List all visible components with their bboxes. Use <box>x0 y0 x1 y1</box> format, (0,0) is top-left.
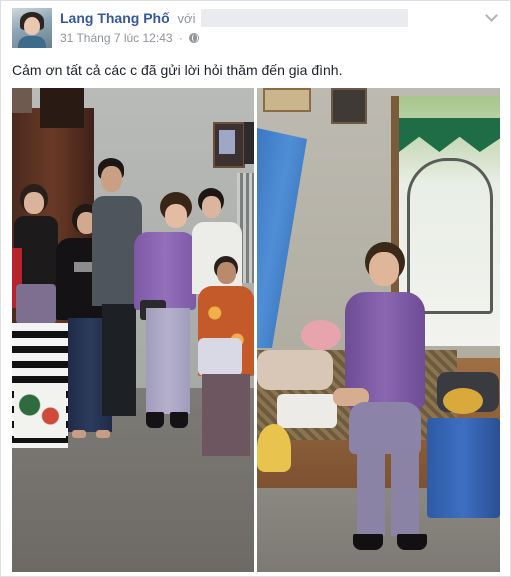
avatar[interactable] <box>12 8 52 48</box>
post-header: Lang Thang Phố với <box>60 10 195 26</box>
person1-bag <box>16 284 56 324</box>
stool-yellow-hat <box>443 388 483 414</box>
person4-shoe-r <box>170 412 188 428</box>
person6-gift-bag <box>198 338 242 376</box>
wall-frame-2 <box>331 88 367 124</box>
person2-foot-r <box>96 430 110 438</box>
blue-stool <box>427 418 500 518</box>
decor-flower <box>12 88 32 113</box>
author-name-link[interactable]: Lang Thang Phố <box>60 10 170 26</box>
woman-shoe-l <box>353 534 383 550</box>
photo-bedside-visit[interactable] <box>257 88 500 572</box>
post-meta: 31 Tháng 7 lúc 12:43 · <box>60 31 200 45</box>
person2-foot-l <box>72 430 86 438</box>
person5-blouse <box>192 222 242 294</box>
woman-face <box>369 252 399 286</box>
window-grille <box>407 158 493 314</box>
person4-sweater <box>134 232 196 310</box>
person4-face <box>165 204 187 228</box>
person6-face <box>217 262 236 284</box>
person4-trousers <box>146 308 190 414</box>
person1-skirt-flowers <box>14 383 66 438</box>
with-label: với <box>177 11 196 26</box>
person3-face <box>101 166 122 192</box>
patient-headscarf <box>301 320 341 350</box>
wall-frame-1 <box>263 88 311 112</box>
woman-leg-r <box>391 448 419 536</box>
person1-face <box>24 192 44 214</box>
meta-separator: · <box>178 31 183 45</box>
bed-cloth <box>277 394 337 428</box>
woman-leg-l <box>357 448 385 536</box>
yellow-hat <box>257 424 291 472</box>
avatar-face <box>24 17 40 35</box>
person3-trousers <box>102 304 136 416</box>
person6-trousers <box>202 374 250 456</box>
post-caption: Cảm ơn tất cả các c đã gửi lời hỏi thăm … <box>12 62 343 78</box>
woman-shoe-r <box>397 534 427 550</box>
patient-body <box>257 350 333 390</box>
cabinet-top <box>40 88 84 128</box>
photo-group-visit[interactable] <box>12 88 254 572</box>
facebook-post: Lang Thang Phố với 31 Tháng 7 lúc 12:43 … <box>0 0 511 577</box>
person4-shoe-l <box>146 412 164 428</box>
globe-icon[interactable] <box>189 33 200 43</box>
avatar-shirt <box>18 36 46 48</box>
tagged-friend-redacted <box>201 9 408 27</box>
wall-frame-2 <box>244 122 254 164</box>
woman-lap <box>349 402 421 454</box>
wall-frame-photo <box>219 130 235 154</box>
chevron-down-icon[interactable] <box>485 9 498 22</box>
person5-face <box>202 196 221 218</box>
timestamp-link[interactable]: 31 Tháng 7 lúc 12:43 <box>60 31 173 45</box>
